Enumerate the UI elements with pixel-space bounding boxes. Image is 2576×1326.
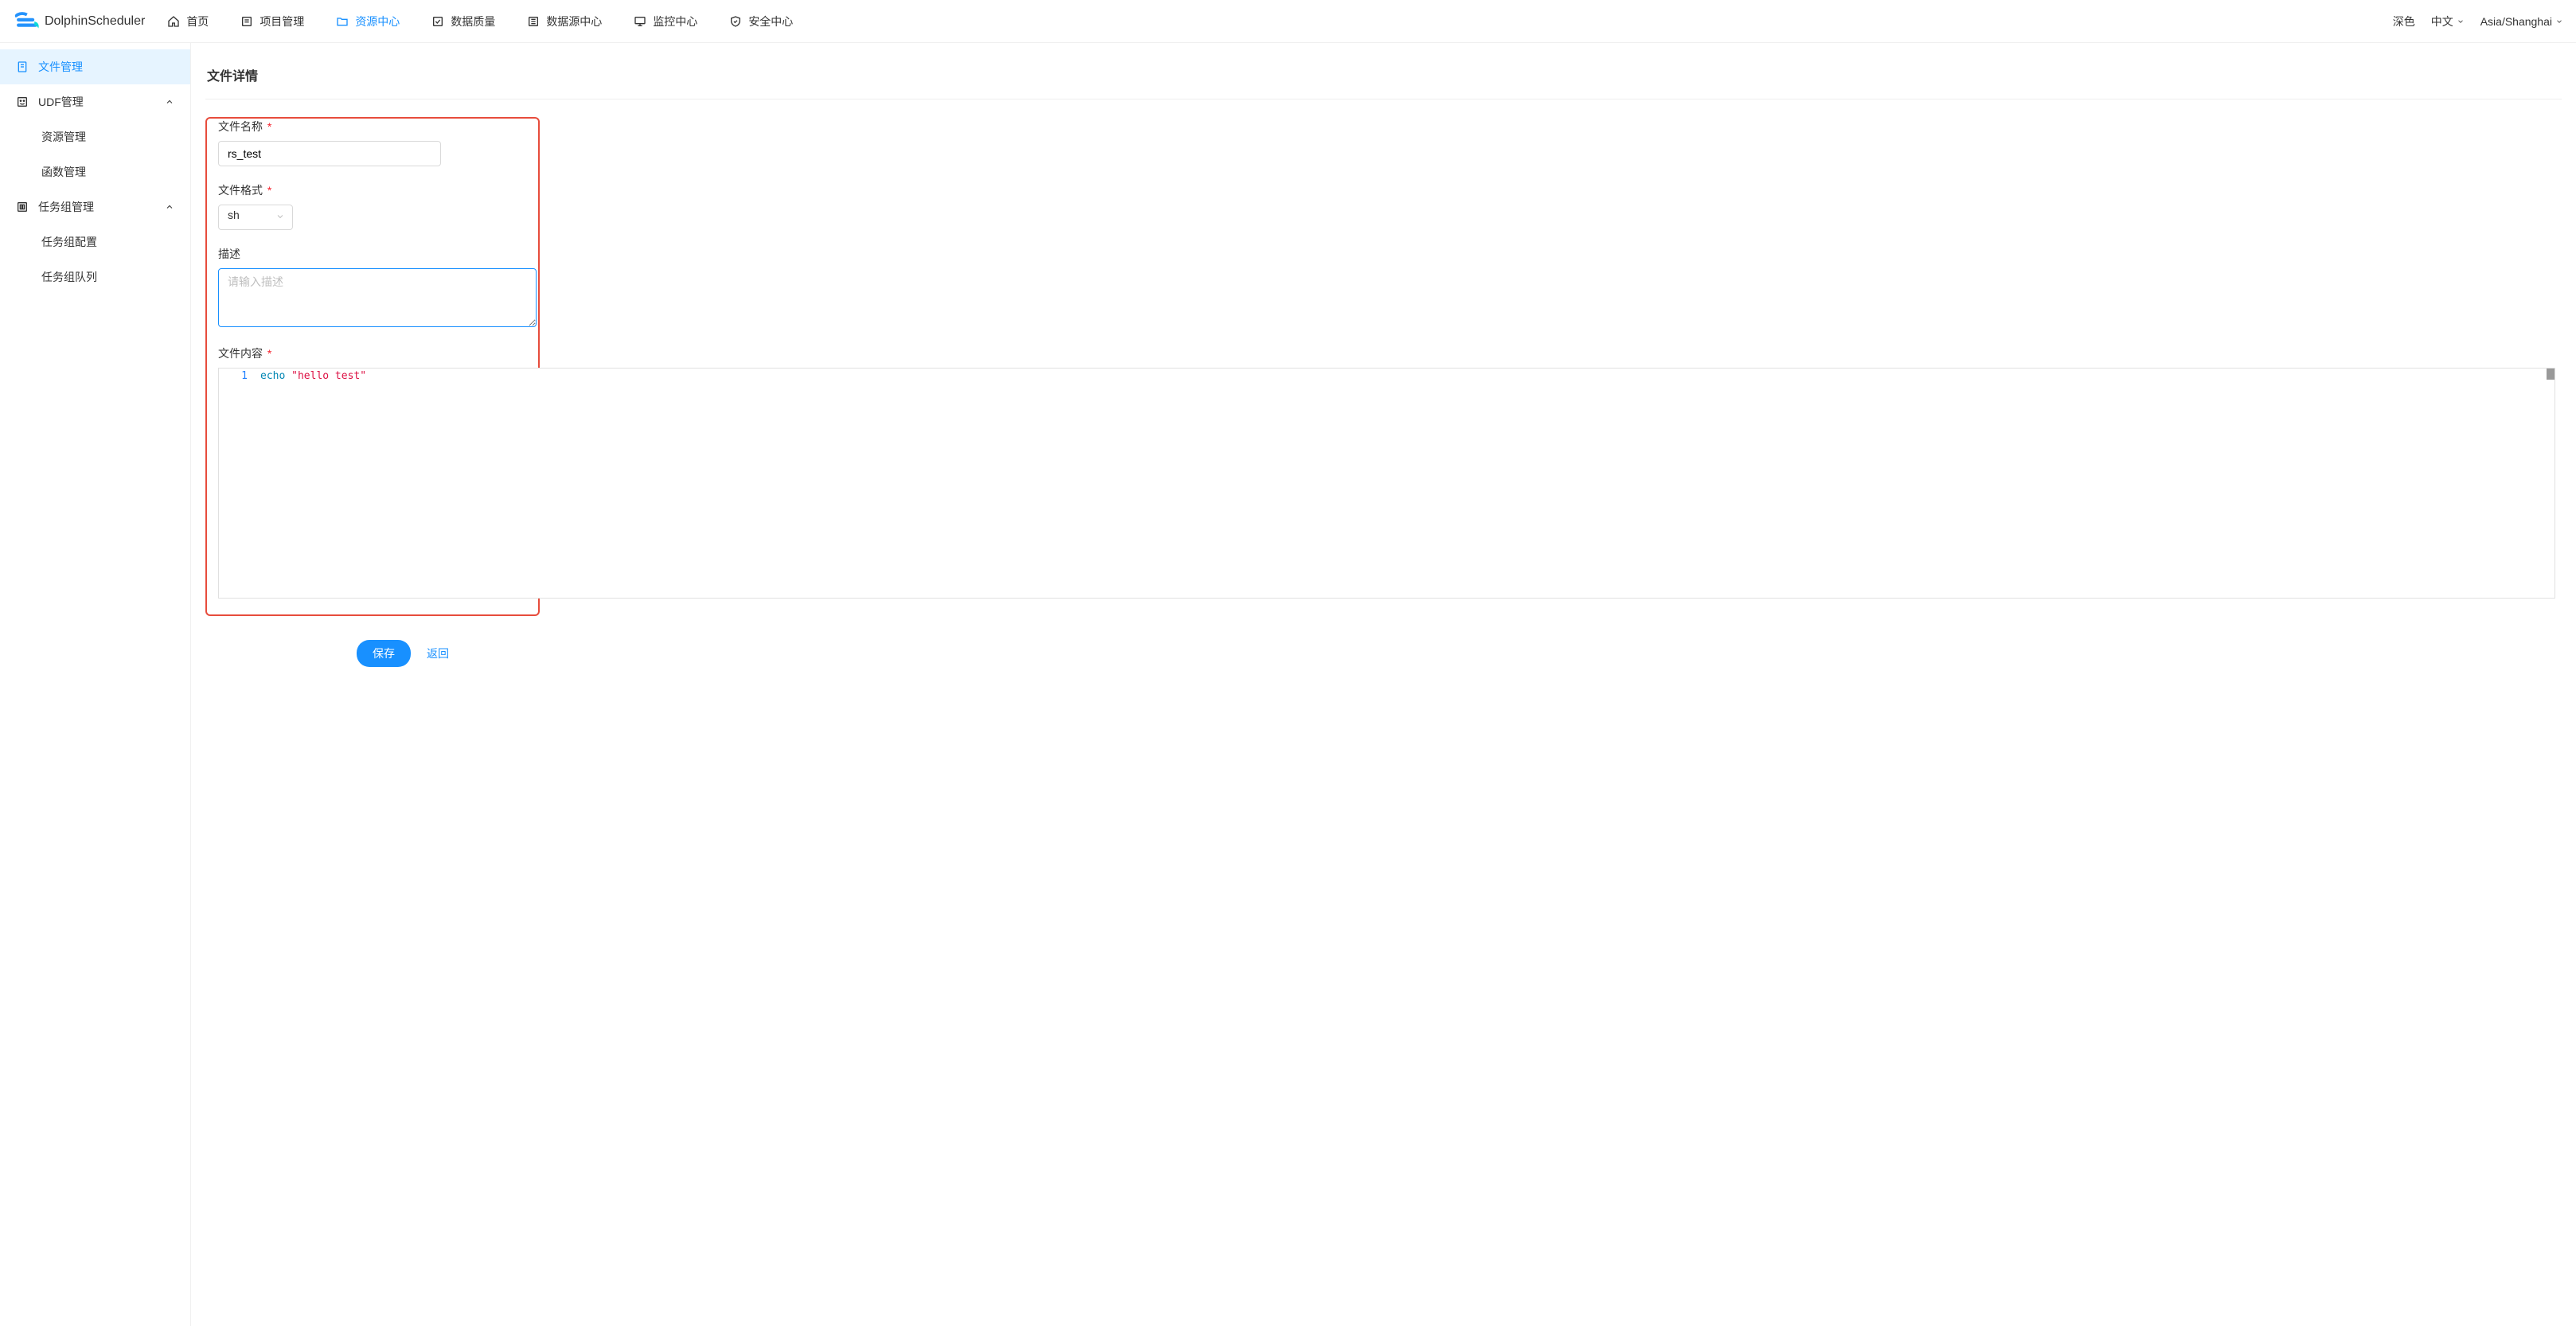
nav-resource[interactable]: 资源中心 <box>336 14 400 29</box>
sidebar-label: UDF管理 <box>38 94 84 110</box>
sidebar-taskgroup-queue[interactable]: 任务组队列 <box>0 259 190 294</box>
nav-label: 项目管理 <box>260 14 304 29</box>
editor-scrollbar-nub[interactable] <box>2547 369 2555 380</box>
folder-icon <box>336 15 349 28</box>
nav-label: 数据源中心 <box>546 14 602 29</box>
code-line[interactable]: echo "hello test" <box>254 369 2555 384</box>
desc-label: 描述 <box>218 246 527 262</box>
timezone-select[interactable]: Asia/Shanghai <box>2480 15 2563 28</box>
line-number: 1 <box>219 369 254 384</box>
theme-toggle[interactable]: 深色 <box>2393 14 2415 29</box>
sidebar-label: 任务组队列 <box>41 269 97 285</box>
nav-datasource[interactable]: 数据源中心 <box>527 14 602 29</box>
nav-home[interactable]: 首页 <box>167 14 209 29</box>
sidebar-label: 函数管理 <box>41 164 86 180</box>
sidebar-taskgroup-config[interactable]: 任务组配置 <box>0 224 190 259</box>
nav-label: 资源中心 <box>355 14 400 29</box>
highlighted-form-area: 文件名称 * 文件格式 * sh <box>205 117 540 616</box>
lang-label: 中文 <box>2431 14 2453 29</box>
sidebar-udf-group[interactable]: UDF管理 <box>0 84 190 119</box>
sidebar: 文件管理 UDF管理 资源管理 函数管理 任务组管理 <box>0 43 191 1326</box>
required-mark: * <box>264 120 271 133</box>
brand-name: DolphinScheduler <box>45 14 145 29</box>
nav-label: 数据质量 <box>451 14 495 29</box>
project-icon <box>240 15 253 28</box>
datasource-icon <box>527 15 540 28</box>
sidebar-resource-manage[interactable]: 资源管理 <box>0 119 190 154</box>
sidebar-label: 资源管理 <box>41 129 86 145</box>
sidebar-taskgroup-group[interactable]: 任务组管理 <box>0 189 190 224</box>
main-content: 文件详情 文件名称 * 文件格式 * <box>191 43 2576 1326</box>
nav-security[interactable]: 安全中心 <box>729 14 793 29</box>
page-title: 文件详情 <box>205 65 2562 84</box>
nav-monitor[interactable]: 监控中心 <box>634 14 697 29</box>
file-icon <box>16 60 29 73</box>
nav-label: 首页 <box>186 14 209 29</box>
chevron-down-icon <box>2555 18 2563 25</box>
sidebar-label: 文件管理 <box>38 59 83 75</box>
code-editor[interactable]: 1 echo "hello test" <box>218 368 2555 599</box>
tz-label: Asia/Shanghai <box>2480 15 2552 28</box>
format-select[interactable]: sh <box>218 205 293 230</box>
button-row: 保存 返回 <box>205 640 2562 667</box>
sidebar-label: 任务组管理 <box>38 199 94 215</box>
quality-icon <box>431 15 444 28</box>
monitor-icon <box>634 15 646 28</box>
nav-label: 安全中心 <box>748 14 793 29</box>
chevron-up-icon <box>165 202 174 212</box>
sidebar-label: 任务组配置 <box>41 234 97 250</box>
language-select[interactable]: 中文 <box>2431 14 2465 29</box>
desc-textarea[interactable] <box>218 268 537 327</box>
required-mark: * <box>264 184 271 197</box>
udf-icon <box>16 96 29 108</box>
nav-label: 监控中心 <box>653 14 697 29</box>
required-mark: * <box>264 347 271 360</box>
sidebar-function-manage[interactable]: 函数管理 <box>0 154 190 189</box>
format-label: 文件格式 * <box>218 182 527 198</box>
content-label: 文件内容 * <box>218 345 527 361</box>
save-button[interactable]: 保存 <box>357 640 411 667</box>
chevron-down-icon <box>2457 18 2465 25</box>
nav-project[interactable]: 项目管理 <box>240 14 304 29</box>
topbar-right: 深色 中文 Asia/Shanghai <box>2393 14 2563 29</box>
back-button[interactable]: 返回 <box>427 645 449 661</box>
shield-icon <box>729 15 742 28</box>
filename-input[interactable] <box>218 141 441 166</box>
taskgroup-icon <box>16 201 29 213</box>
filename-label: 文件名称 * <box>218 119 527 135</box>
home-icon <box>167 15 180 28</box>
dolphin-logo-icon <box>13 10 40 33</box>
chevron-up-icon <box>165 97 174 107</box>
nav-quality[interactable]: 数据质量 <box>431 14 495 29</box>
top-nav-menu: 首页 项目管理 资源中心 数据质量 数据源中心 <box>167 14 2392 29</box>
top-navbar: DolphinScheduler 首页 项目管理 资源中心 数据质量 <box>0 0 2576 43</box>
sidebar-file-manage[interactable]: 文件管理 <box>0 49 190 84</box>
brand-logo[interactable]: DolphinScheduler <box>13 10 145 33</box>
